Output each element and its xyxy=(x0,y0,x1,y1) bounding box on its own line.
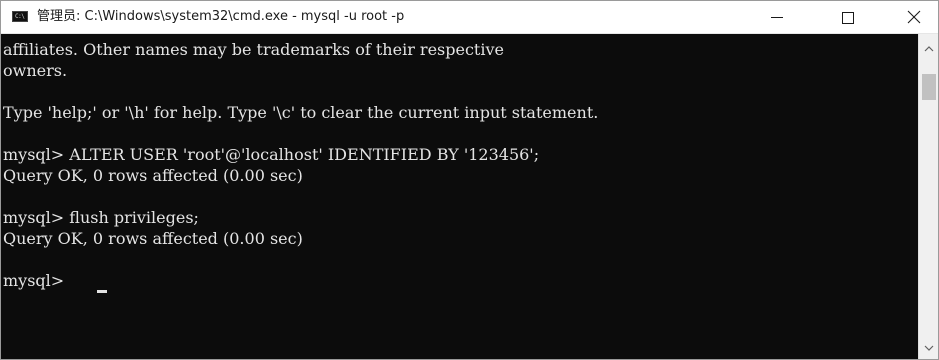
console-line: Query OK, 0 rows affected (0.00 sec) xyxy=(3,229,303,248)
minimize-icon xyxy=(771,17,783,18)
scroll-up-arrow-icon[interactable] xyxy=(924,46,934,52)
console-line: mysql> flush privileges; xyxy=(3,208,199,227)
minimize-button[interactable] xyxy=(754,1,800,33)
maximize-button[interactable] xyxy=(825,1,871,33)
console-prompt: mysql> xyxy=(3,271,70,290)
console-line: mysql> ALTER USER 'root'@'localhost' IDE… xyxy=(3,145,540,164)
console-line: owners. xyxy=(3,61,68,80)
console-output[interactable]: affiliates. Other names may be trademark… xyxy=(1,34,917,359)
vertical-scrollbar[interactable] xyxy=(918,34,938,359)
console-line: Type 'help;' or '\h' for help. Type '\c'… xyxy=(3,103,599,122)
cmd-icon[interactable]: C:\ xyxy=(12,11,28,22)
window-title: 管理员: C:\Windows\system32\cmd.exe - mysql… xyxy=(37,9,405,24)
scroll-down-arrow-icon[interactable] xyxy=(924,345,934,351)
cmd-window: C:\ 管理员: C:\Windows\system32\cmd.exe - m… xyxy=(0,0,939,360)
cmd-icon-label: C:\ xyxy=(15,13,25,20)
console-line: affiliates. Other names may be trademark… xyxy=(3,40,504,59)
close-button[interactable] xyxy=(891,1,937,33)
title-bar[interactable]: C:\ 管理员: C:\Windows\system32\cmd.exe - m… xyxy=(1,1,938,34)
console-line: Query OK, 0 rows affected (0.00 sec) xyxy=(3,166,303,185)
scrollbar-thumb[interactable] xyxy=(922,74,936,100)
text-cursor xyxy=(97,290,107,293)
close-icon xyxy=(907,10,921,24)
maximize-icon xyxy=(842,12,854,24)
